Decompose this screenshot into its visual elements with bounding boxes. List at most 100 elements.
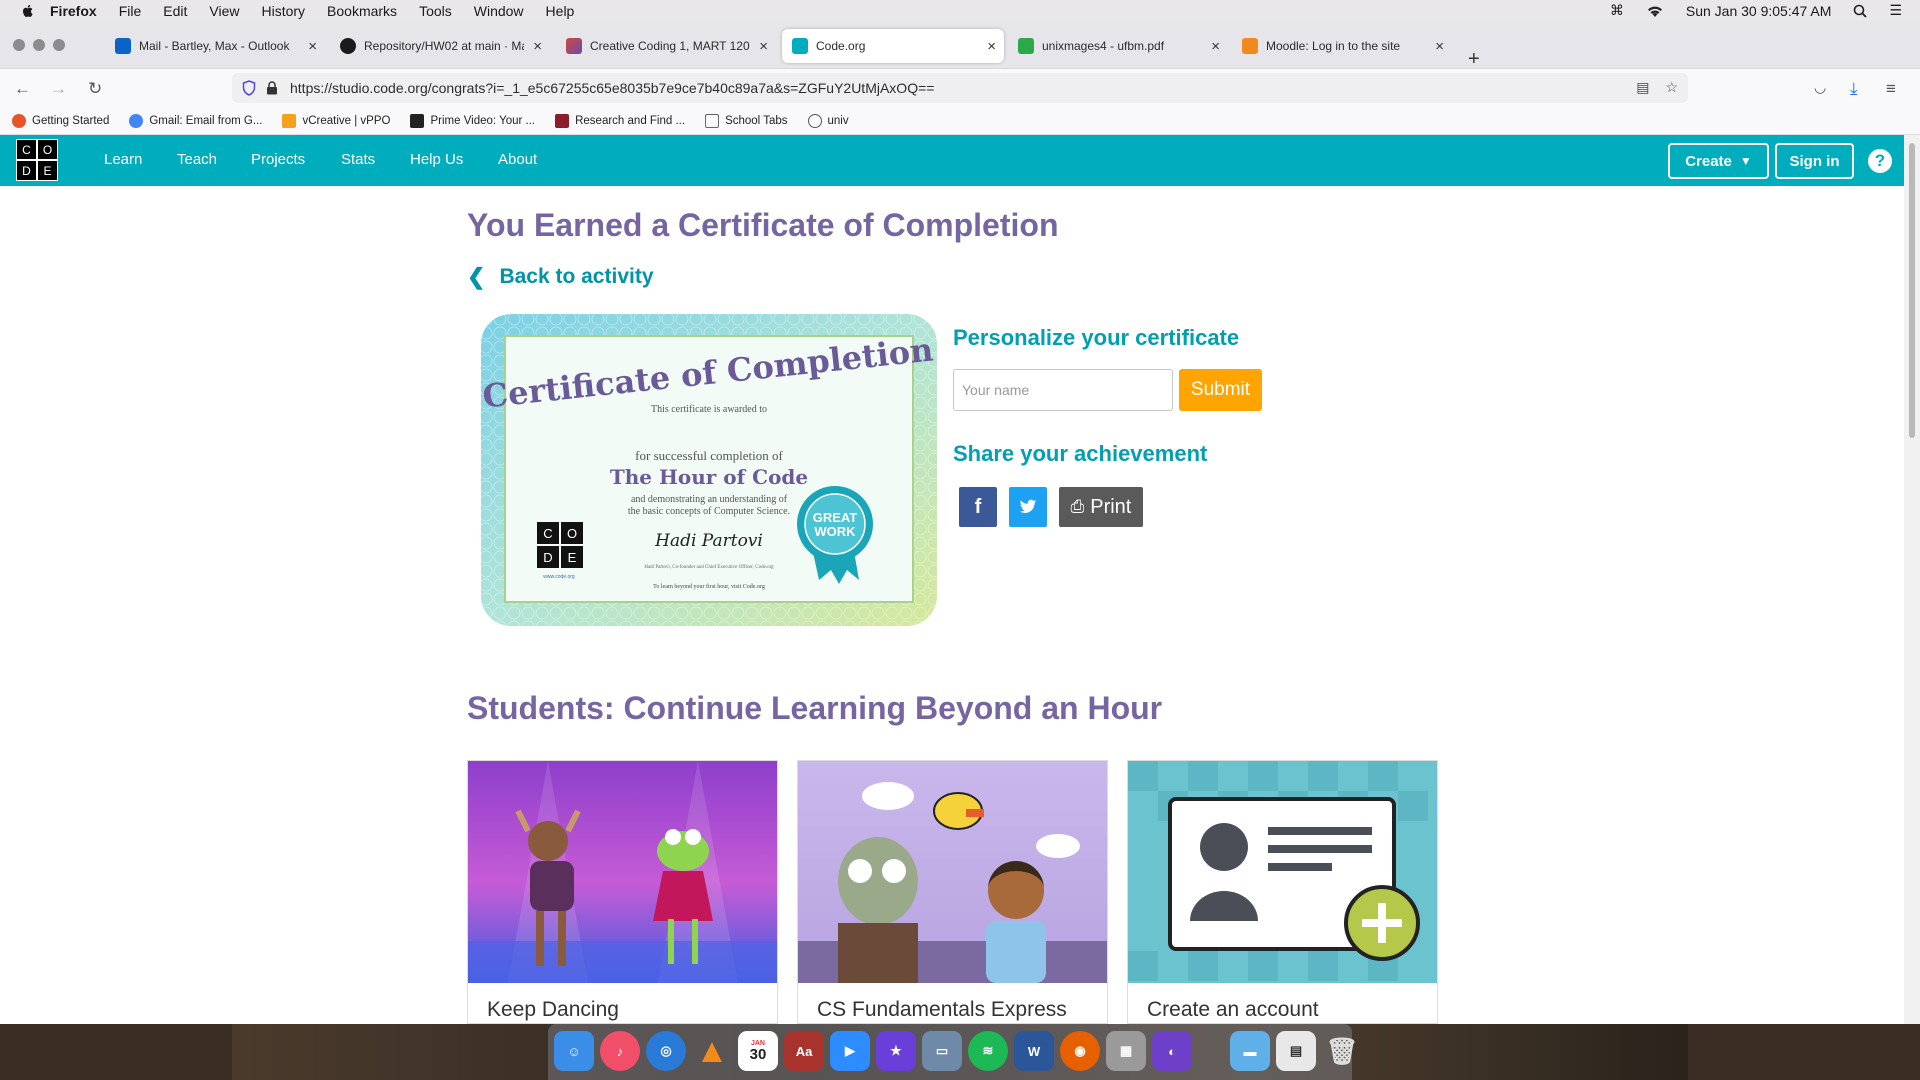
apple-icon[interactable] (20, 3, 36, 19)
recent-window-icon[interactable]: ▤ (1276, 1031, 1316, 1071)
bookmark-prime-video[interactable]: Prime Video: Your ... (410, 113, 535, 128)
bookmark-school-tabs[interactable]: School Tabs (705, 113, 788, 128)
minimize-window-button[interactable] (33, 39, 45, 51)
menu-app-name[interactable]: Firefox (50, 3, 97, 19)
reader-view-icon[interactable]: ▤ (1636, 79, 1649, 96)
code-org-logo[interactable]: C O D E (16, 139, 58, 181)
forward-arrow-icon[interactable]: → (50, 79, 67, 99)
bookmark-star-icon[interactable]: ☆ (1665, 79, 1678, 96)
scrollbar-thumb[interactable] (1909, 143, 1915, 438)
spotify-icon[interactable]: ≋ (968, 1031, 1008, 1071)
vlc-icon[interactable]: ▲ (692, 1031, 732, 1071)
menu-clock[interactable]: Sun Jan 30 9:05:47 AM (1686, 3, 1832, 19)
lock-icon[interactable] (266, 81, 278, 95)
bookmark-gmail[interactable]: Gmail: Email from G... (129, 113, 262, 128)
certificate-demonstrating-text: and demonstrating an understanding of (631, 494, 788, 505)
control-center-icon[interactable]: ☰ (1889, 2, 1902, 19)
address-bar[interactable]: https://studio.code.org/congrats?i=_1_e5… (232, 73, 1688, 103)
certificate-concepts-text: the basic concepts of Computer Science. (628, 506, 790, 517)
downloads-folder-icon[interactable]: ▬ (1230, 1031, 1270, 1071)
reload-icon[interactable]: ↻ (88, 79, 102, 99)
tab-github[interactable]: Repository/HW02 at main · Mak × (330, 29, 550, 63)
back-arrow-icon[interactable]: ← (14, 79, 31, 99)
card-title[interactable]: Keep Dancing (487, 998, 619, 1022)
zoom-window-button[interactable] (53, 39, 65, 51)
dictionary-icon[interactable]: Aa (784, 1031, 824, 1071)
close-tab-icon[interactable]: × (308, 38, 317, 55)
close-tab-icon[interactable]: × (533, 38, 542, 55)
menu-file[interactable]: File (119, 3, 142, 19)
url-text[interactable]: https://studio.code.org/congrats?i=_1_e5… (290, 80, 934, 96)
bookmark-univ[interactable]: univ (807, 113, 849, 128)
menu-view[interactable]: View (209, 3, 239, 19)
wifi-icon[interactable] (1646, 4, 1664, 18)
imovie-icon[interactable]: ★ (876, 1031, 916, 1071)
pocket-icon[interactable]: ◡ (1814, 79, 1826, 96)
nav-about[interactable]: About (498, 151, 537, 168)
facebook-share-button[interactable]: f (959, 487, 997, 527)
twitter-share-button[interactable] (1009, 487, 1047, 527)
course-card-create-account[interactable]: Create an account (1127, 760, 1438, 1024)
tab-code-org[interactable]: Code.org × (782, 29, 1004, 63)
menu-history[interactable]: History (261, 3, 305, 19)
preview-icon[interactable]: ▭ (922, 1031, 962, 1071)
create-account-image (1128, 761, 1437, 983)
submit-button[interactable]: Submit (1179, 369, 1262, 411)
tab-creative-coding[interactable]: Creative Coding 1, MART 120 | C × (556, 29, 776, 63)
nav-stats[interactable]: Stats (341, 151, 375, 168)
close-tab-icon[interactable]: × (987, 38, 996, 55)
calculator-icon[interactable]: ▦ (1106, 1031, 1146, 1071)
tab-outlook[interactable]: Mail - Bartley, Max - Outlook × (105, 29, 325, 63)
chevron-left-icon: ❮ (467, 264, 486, 289)
tracking-shield-icon[interactable] (242, 80, 256, 96)
sign-in-button[interactable]: Sign in (1775, 143, 1854, 179)
safari-icon[interactable]: ◎ (646, 1031, 686, 1071)
zoom-icon[interactable]: ▶ (830, 1031, 870, 1071)
nav-teach[interactable]: Teach (177, 151, 217, 168)
course-card-cs-fundamentals[interactable]: CS Fundamentals Express (797, 760, 1108, 1024)
card-title[interactable]: CS Fundamentals Express (817, 998, 1067, 1022)
bookmark-label: Research and Find ... (575, 114, 686, 127)
word-icon[interactable]: W (1014, 1031, 1054, 1071)
folder-icon (705, 113, 720, 128)
help-question-icon[interactable]: ? (1868, 149, 1892, 173)
bookmark-vcreative[interactable]: vCreative | vPPO (282, 113, 390, 128)
create-dropdown-button[interactable]: Create ▼ (1668, 143, 1769, 179)
your-name-input[interactable] (953, 369, 1173, 411)
card-title[interactable]: Create an account (1147, 998, 1319, 1022)
print-button[interactable]: ⎙ Print (1059, 487, 1143, 527)
trash-icon[interactable]: 🗑 (1322, 1031, 1362, 1071)
firefox-dock-icon[interactable]: ◉ (1060, 1031, 1100, 1071)
menu-tools[interactable]: Tools (419, 3, 452, 19)
finder-icon[interactable]: ☺ (554, 1031, 594, 1071)
tab-moodle[interactable]: Moodle: Log in to the site × (1232, 29, 1452, 63)
spotlight-search-icon[interactable] (1853, 4, 1868, 18)
github-icon (340, 38, 356, 54)
bluetooth-icon[interactable]: ⌘ (1610, 2, 1624, 19)
back-to-activity-link[interactable]: ❮ Back to activity (467, 264, 654, 290)
tab-pdf[interactable]: unixmages4 - ufbm.pdf × (1008, 29, 1228, 63)
close-tab-icon[interactable]: × (759, 38, 768, 55)
menu-help[interactable]: Help (546, 3, 575, 19)
nav-learn[interactable]: Learn (104, 151, 142, 168)
close-tab-icon[interactable]: × (1435, 38, 1444, 55)
new-tab-icon[interactable]: + (1468, 48, 1480, 71)
bookmark-getting-started[interactable]: Getting Started (12, 113, 109, 128)
close-tab-icon[interactable]: × (1211, 38, 1220, 55)
music-icon[interactable]: ♪ (600, 1031, 640, 1071)
calendar-icon[interactable]: JAN 30 (738, 1031, 778, 1071)
nav-help-us[interactable]: Help Us (410, 151, 463, 168)
tab-label: Mail - Bartley, Max - Outlook (139, 39, 290, 53)
logo-letter: E (37, 160, 58, 181)
close-window-button[interactable] (13, 39, 25, 51)
course-card-keep-dancing[interactable]: Keep Dancing (467, 760, 778, 1024)
github-desktop-icon[interactable]: ◐ (1152, 1031, 1192, 1071)
menu-edit[interactable]: Edit (163, 3, 187, 19)
nav-projects[interactable]: Projects (251, 151, 305, 168)
download-icon[interactable]: ⤓ (1850, 79, 1858, 99)
menu-bookmarks[interactable]: Bookmarks (327, 3, 397, 19)
hamburger-menu-icon[interactable]: ≡ (1886, 79, 1896, 99)
google-icon (129, 113, 144, 128)
bookmark-research[interactable]: Research and Find ... (555, 113, 686, 128)
menu-window[interactable]: Window (474, 3, 524, 19)
